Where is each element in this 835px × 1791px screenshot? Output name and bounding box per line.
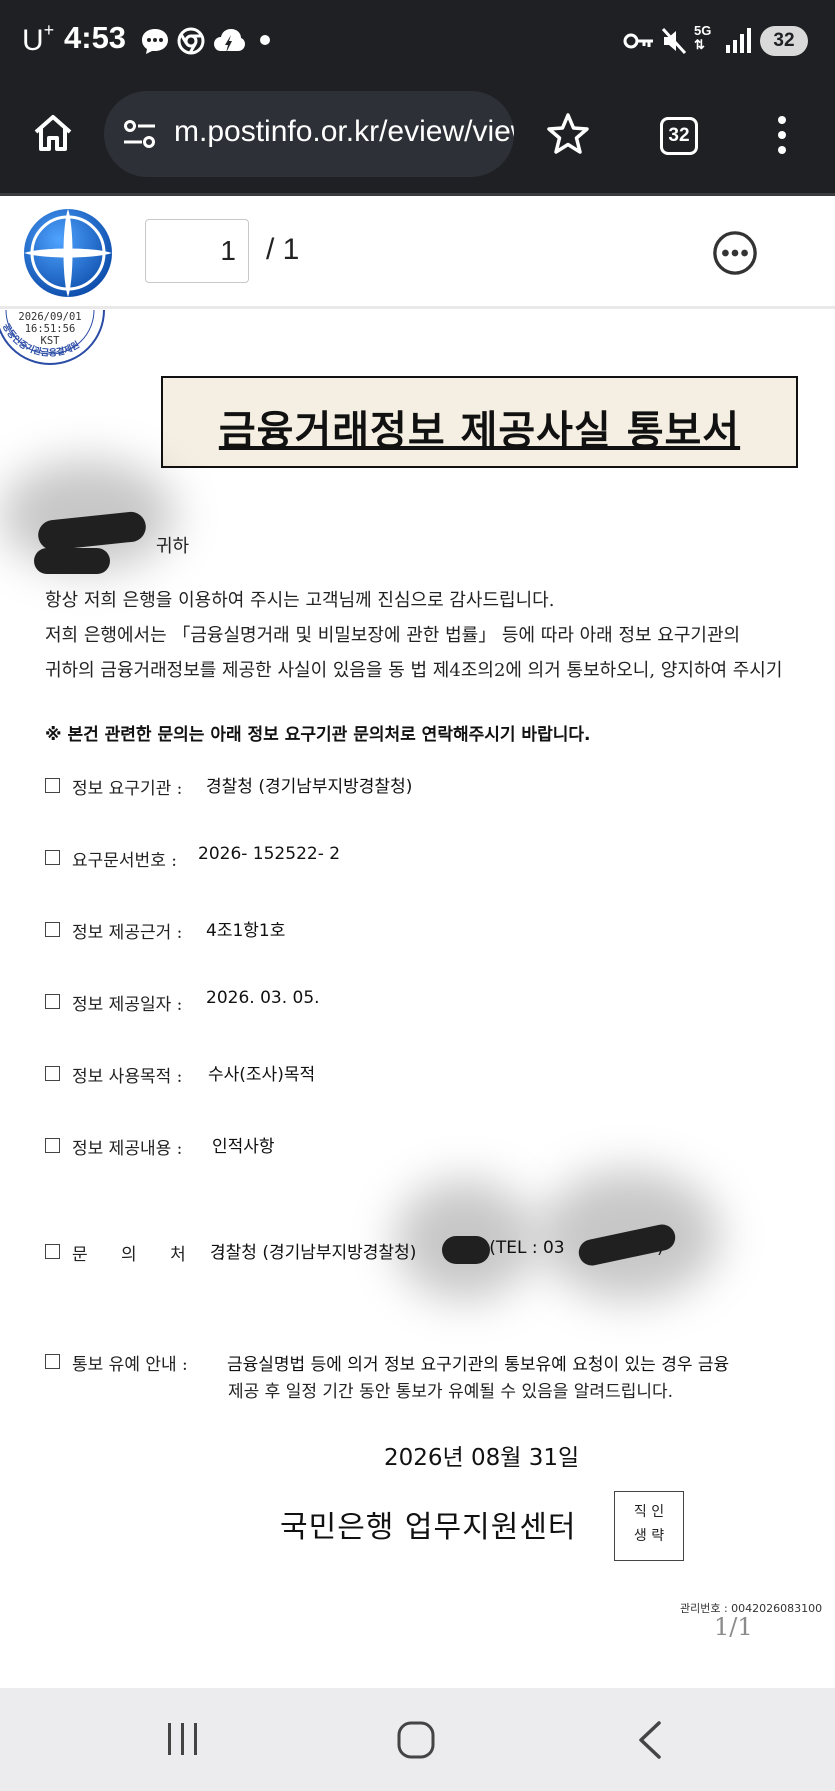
field-value: 인적사항 xyxy=(212,1137,275,1157)
url-text: m.postinfo.or.kr/eview/view xyxy=(174,115,514,148)
document-title: 금융거래정보 제공사실 통보서 xyxy=(218,408,741,454)
issuer-name: 국민은행 업무지원센터 xyxy=(280,1510,577,1545)
page-indicator: 1/1 xyxy=(714,1613,753,1641)
mute-icon xyxy=(661,27,687,55)
field-value: 경찰청 (경기남부지방경찰청) xyxy=(210,1243,417,1263)
seal-line: 생 략 xyxy=(633,1528,665,1544)
network-type: 5G ⇅ xyxy=(694,23,712,52)
browser-toolbar: m.postinfo.or.kr/eview/view 32 xyxy=(0,84,835,196)
back-icon[interactable] xyxy=(635,1720,665,1760)
star-icon[interactable] xyxy=(546,112,590,156)
battery-indicator: 32 xyxy=(760,26,808,56)
checkbox-icon xyxy=(45,850,60,865)
field-label: 정보 제공일자 : xyxy=(72,995,183,1015)
status-time: 4:53 xyxy=(64,20,127,55)
key-icon xyxy=(623,33,653,49)
viewer-toolbar: 1 / 1 xyxy=(0,197,835,309)
field-value: 경찰청 (경기남부지방경찰청) xyxy=(206,777,413,797)
checkbox-icon xyxy=(45,1066,60,1081)
field-value: 금융실명법 등에 의거 정보 요구기관의 통보유예 요청이 있는 경우 금융 xyxy=(227,1355,730,1375)
redacted-name xyxy=(34,548,110,574)
cloud-icon xyxy=(214,29,245,53)
checkbox-icon xyxy=(45,1138,60,1153)
stamp-time: 16:51:56 xyxy=(25,323,76,335)
stamp-zone: KST xyxy=(41,335,61,347)
page-total: / 1 xyxy=(266,233,300,266)
system-nav-bar xyxy=(0,1688,835,1791)
field-value-tail: ! (TEL : 03 xyxy=(477,1238,565,1258)
intro-line-1: 항상 저희 은행을 이용하여 주시는 고객님께 진심으로 감사드립니다. xyxy=(45,590,555,611)
carrier-label: U+ xyxy=(22,20,55,57)
notification-dot xyxy=(260,35,270,45)
field-label: 정보 제공근거 : xyxy=(72,923,183,943)
document-date: 2026년 08월 31일 xyxy=(384,1445,580,1471)
menu-icon[interactable] xyxy=(770,114,794,156)
notice-line: ※ 본건 관련한 문의는 아래 정보 요구기관 문의처로 연락해주시기 바랍니다… xyxy=(45,725,591,745)
seal-omitted-box: 직 인 생 략 xyxy=(614,1491,684,1561)
checkbox-icon xyxy=(45,778,60,793)
field-label: 정보 요구기관 : xyxy=(72,779,183,799)
document-title-box: 금융거래정보 제공사실 통보서 xyxy=(161,376,798,468)
field-value: 2026. 03. 05. xyxy=(206,988,320,1008)
checkbox-icon xyxy=(45,1244,60,1259)
addressee-suffix: 귀하 xyxy=(156,536,190,557)
chrome-icon xyxy=(177,27,205,55)
intro-line-3: 귀하의 금융거래정보를 제공한 사실이 있음을 동 법 제4조의2에 의거 통보… xyxy=(45,660,783,681)
recent-apps-icon[interactable] xyxy=(165,1720,201,1758)
field-value-continuation: 제공 후 일정 기간 동안 통보가 유예될 수 있음을 알려드립니다. xyxy=(228,1382,674,1402)
document-page: 공동인증기관금융결제원 2026/09/01 16:51:56 KST 금융거래… xyxy=(0,310,835,1688)
field-label: 요구문서번호 : xyxy=(72,851,177,871)
chat-bubble-icon xyxy=(142,29,168,54)
home-nav-icon[interactable] xyxy=(396,1720,436,1760)
field-label: 정보 사용목적 : xyxy=(72,1067,183,1087)
checkbox-icon xyxy=(45,922,60,937)
address-bar[interactable]: m.postinfo.or.kr/eview/view xyxy=(104,91,514,177)
home-icon[interactable] xyxy=(32,112,74,154)
field-label: 정보 제공내용 : xyxy=(72,1139,183,1159)
checkbox-icon xyxy=(45,1354,60,1369)
field-value: 2026- 152522- 2 xyxy=(198,844,341,864)
intro-line-2: 저희 은행에서는 「금융실명거래 및 비밀보장에 관한 법률」 등에 따라 아래… xyxy=(45,625,741,646)
site-info-icon[interactable] xyxy=(122,117,158,151)
stamp-date: 2026/09/01 xyxy=(18,311,81,323)
logo-icon xyxy=(24,209,112,297)
signal-icon xyxy=(726,28,751,53)
more-icon[interactable] xyxy=(712,230,758,276)
checkbox-icon xyxy=(45,994,60,1009)
status-bar: U+ 4:53 5G ⇅ 32 xyxy=(0,0,835,84)
certificate-stamp: 공동인증기관금융결제원 2026/09/01 16:51:56 KST xyxy=(0,310,105,365)
field-label: 통보 유예 안내 : xyxy=(72,1355,188,1375)
tabs-icon[interactable]: 32 xyxy=(660,117,698,155)
seal-line: 직 인 xyxy=(633,1504,665,1520)
redacted-text xyxy=(442,1236,490,1264)
field-value: 4조1항1호 xyxy=(206,921,286,941)
field-value: 수사(조사)목적 xyxy=(208,1065,316,1085)
page-number-input[interactable]: 1 xyxy=(145,219,249,283)
